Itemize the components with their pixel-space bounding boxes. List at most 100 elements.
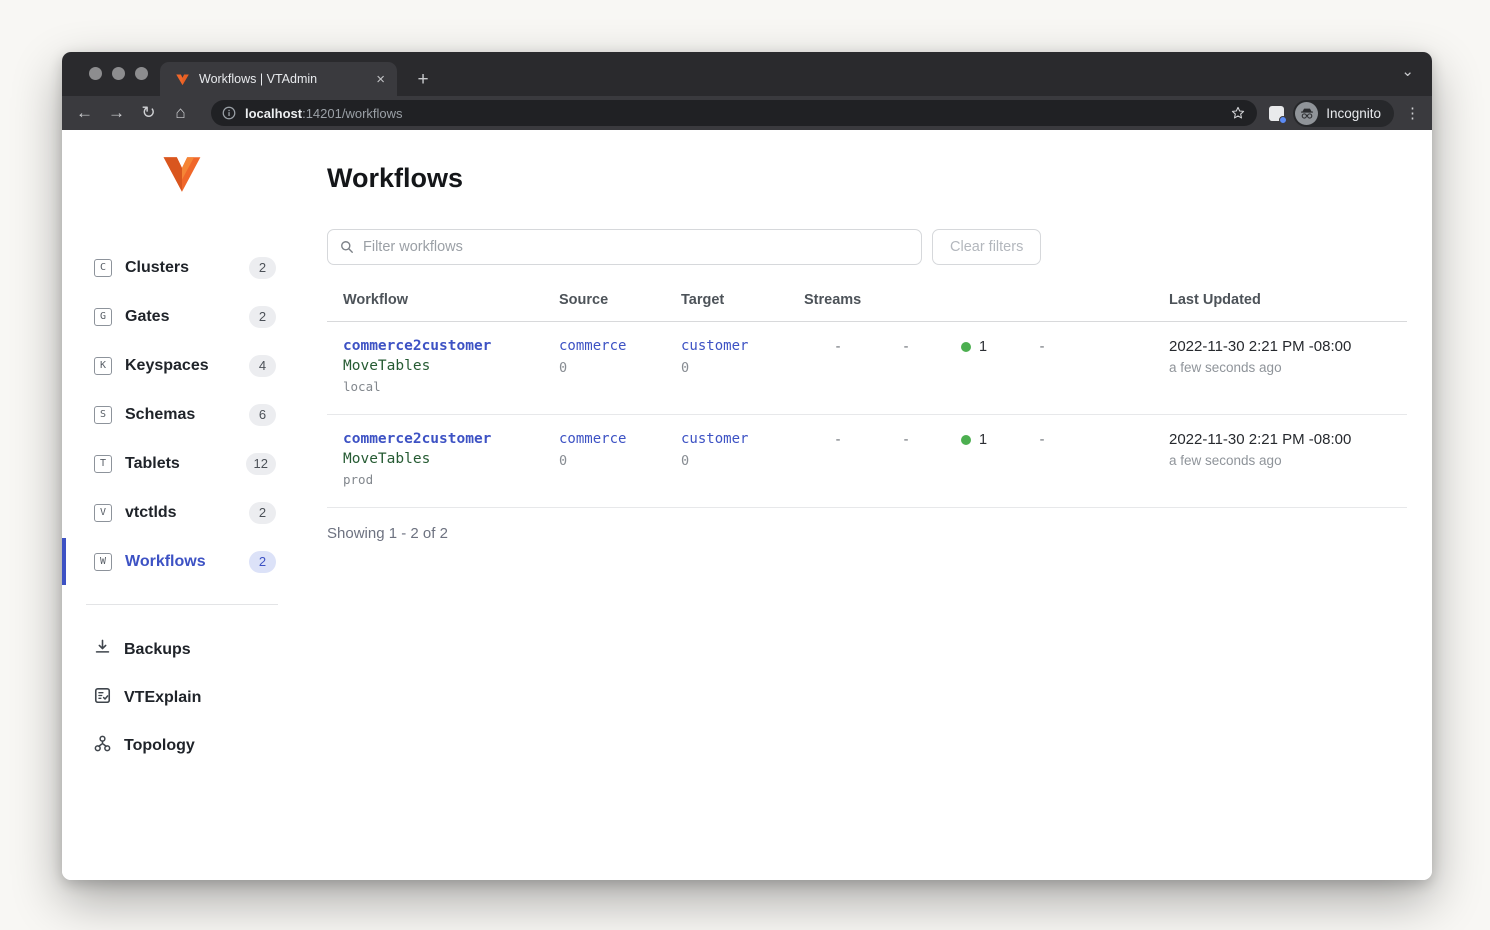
stream-count: -	[1008, 338, 1076, 355]
sidebar-item-vtctlds[interactable]: Vvtctlds2	[62, 488, 280, 537]
incognito-badge: Incognito	[1293, 100, 1394, 127]
workflow-cell: commerce2customerMoveTablesprod	[343, 431, 559, 487]
sidebar-item-keyspaces[interactable]: KKeyspaces4	[62, 341, 280, 390]
sidebar-item-label: Backups	[124, 641, 191, 659]
target-cell: customer 0	[681, 431, 804, 487]
url-path: :14201/workflows	[302, 106, 402, 121]
filter-workflows-input[interactable]	[363, 239, 909, 255]
workflow-type: MoveTables	[343, 358, 559, 374]
sidebar-item-vtexplain[interactable]: VTExplain	[62, 674, 280, 722]
sidebar-item-topology[interactable]: Topology	[62, 722, 280, 770]
sidebar-item-workflows[interactable]: WWorkflows2	[62, 537, 280, 586]
filter-searchbox	[327, 229, 922, 265]
search-icon	[340, 240, 354, 254]
browser-tab[interactable]: Workflows | VTAdmin ×	[160, 62, 397, 96]
url-text[interactable]: localhost:14201/workflows	[245, 106, 1221, 121]
sidebar-item-gates[interactable]: GGates2	[62, 292, 280, 341]
incognito-avatar-icon	[1295, 102, 1318, 125]
forward-icon[interactable]: →	[103, 100, 130, 127]
sidebar-nav: CClusters2GGates2KKeyspaces4SSchemas6TTa…	[62, 243, 280, 586]
workflow-name-link[interactable]: commerce2customer	[343, 431, 559, 447]
sidebar-item-backups[interactable]: Backups	[62, 626, 280, 674]
workflow-cell: commerce2customerMoveTableslocal	[343, 338, 559, 394]
last-updated-relative: a few seconds ago	[1169, 360, 1407, 375]
clear-filters-button[interactable]: Clear filters	[932, 229, 1041, 265]
document-check-icon	[93, 686, 112, 710]
source-shard-count: 0	[559, 453, 681, 469]
target-shard-count: 0	[681, 453, 804, 469]
workflow-name-link[interactable]: commerce2customer	[343, 338, 559, 354]
streams-cell: --1-	[804, 338, 1169, 394]
source-cell: commerce 0	[559, 338, 681, 394]
table-footer: Showing 1 - 2 of 2	[327, 525, 1407, 542]
close-tab-icon[interactable]: ×	[376, 72, 385, 87]
home-icon[interactable]: ⌂	[167, 100, 194, 127]
source-shard-count: 0	[559, 360, 681, 376]
source-cell: commerce 0	[559, 431, 681, 487]
count-badge: 12	[246, 453, 276, 475]
site-info-icon[interactable]	[222, 106, 236, 120]
source-keyspace-link[interactable]: commerce	[559, 338, 681, 354]
window-controls	[89, 67, 148, 80]
sidebar-tools: Backups VTExplainTopology	[62, 626, 280, 770]
sidebar-item-schemas[interactable]: SSchemas6	[62, 390, 280, 439]
sidebar-item-label: Schemas	[125, 406, 195, 424]
target-keyspace-link[interactable]: customer	[681, 338, 804, 354]
tab-search-chevron-icon[interactable]: ⌄	[1401, 62, 1414, 80]
vitess-logo[interactable]	[62, 150, 280, 197]
last-updated-relative: a few seconds ago	[1169, 453, 1407, 468]
reload-icon[interactable]: ↻	[135, 100, 162, 127]
column-header-target: Target	[681, 292, 804, 308]
stream-count: -	[872, 338, 940, 355]
url-host: localhost	[245, 106, 302, 121]
new-tab-button[interactable]: +	[410, 69, 436, 91]
column-header-workflow: Workflow	[343, 292, 559, 308]
vtadmin-page: CClusters2GGates2KKeyspaces4SSchemas6TTa…	[62, 130, 1432, 880]
back-icon[interactable]: ←	[71, 100, 98, 127]
close-window-button[interactable]	[89, 67, 102, 80]
column-header-streams: Streams	[804, 292, 1169, 308]
stream-running-dot	[961, 342, 971, 352]
maximize-window-button[interactable]	[135, 67, 148, 80]
clusters-letter-icon: C	[94, 259, 112, 277]
gates-letter-icon: G	[94, 308, 112, 326]
count-badge: 4	[249, 355, 276, 377]
workflow-type: MoveTables	[343, 451, 559, 467]
minimize-window-button[interactable]	[112, 67, 125, 80]
target-keyspace-link[interactable]: customer	[681, 431, 804, 447]
stream-count: -	[1008, 431, 1076, 448]
workflows-table: WorkflowSourceTargetStreamsLast Updated …	[327, 292, 1407, 542]
stream-count: -	[872, 431, 940, 448]
sidebar-item-tablets[interactable]: TTablets12	[62, 439, 280, 488]
sidebar-item-label: Tablets	[125, 455, 180, 473]
incognito-label: Incognito	[1326, 106, 1381, 121]
address-bar[interactable]: localhost:14201/workflows	[211, 100, 1257, 126]
filter-row: Clear filters	[327, 229, 1407, 265]
source-keyspace-link[interactable]: commerce	[559, 431, 681, 447]
workflow-row: commerce2customerMoveTableslocalcommerce…	[327, 322, 1407, 415]
browser-titlebar: Workflows | VTAdmin × + ⌄	[62, 52, 1432, 96]
browser-window: Workflows | VTAdmin × + ⌄ ← → ↻ ⌂ localh…	[62, 52, 1432, 880]
last-updated-cell: 2022-11-30 2:21 PM -08:00a few seconds a…	[1169, 431, 1407, 487]
stream-count: -	[804, 338, 872, 355]
sidebar-item-label: Clusters	[125, 259, 189, 277]
vtctlds-letter-icon: V	[94, 504, 112, 522]
browser-toolbar: ← → ↻ ⌂ localhost:14201/workflows	[62, 96, 1432, 130]
last-updated-time: 2022-11-30 2:21 PM -08:00	[1169, 338, 1407, 355]
extension-icon[interactable]	[1269, 106, 1284, 121]
sidebar-item-label: vtctlds	[125, 504, 177, 522]
stream-count: -	[804, 431, 872, 448]
bookmark-star-icon[interactable]	[1230, 105, 1246, 121]
vtadmin-favicon	[175, 72, 190, 87]
sidebar: CClusters2GGates2KKeyspaces4SSchemas6TTa…	[62, 130, 280, 880]
table-header-row: WorkflowSourceTargetStreamsLast Updated	[327, 292, 1407, 322]
page-title: Workflows	[327, 163, 1407, 194]
streams-cell: --1-	[804, 431, 1169, 487]
keyspaces-letter-icon: K	[94, 357, 112, 375]
last-updated-cell: 2022-11-30 2:21 PM -08:00 a few seconds a…	[1169, 338, 1407, 394]
workflows-letter-icon: W	[94, 553, 112, 571]
browser-menu-icon[interactable]: ⋮	[1405, 104, 1420, 122]
sidebar-item-clusters[interactable]: CClusters2	[62, 243, 280, 292]
sidebar-item-label: Workflows	[125, 553, 206, 571]
target-cell: customer0	[681, 338, 804, 394]
